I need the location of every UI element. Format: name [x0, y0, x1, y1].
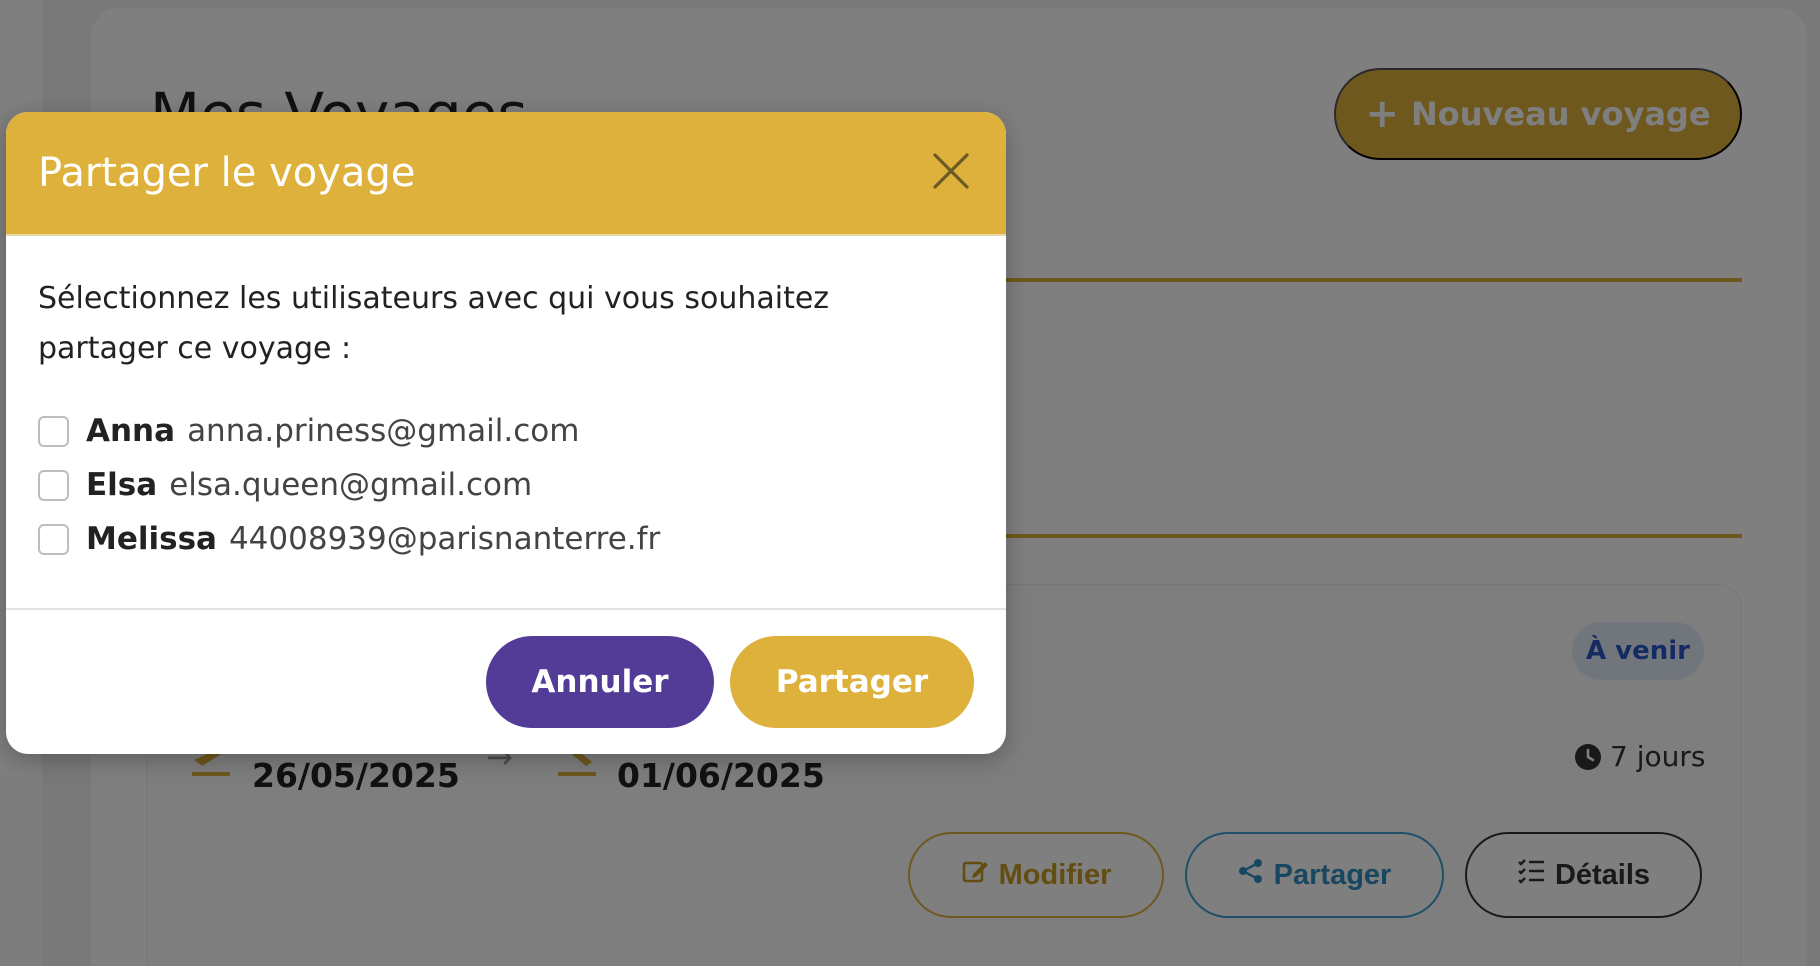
- share-button[interactable]: Partager: [730, 636, 974, 728]
- user-email: anna.priness@gmail.com: [187, 413, 580, 449]
- user-checkbox[interactable]: [38, 523, 69, 555]
- user-name: Anna: [86, 413, 176, 449]
- user-email: elsa.queen@gmail.com: [169, 467, 533, 503]
- cancel-button[interactable]: Annuler: [486, 636, 714, 728]
- user-name: Melissa: [86, 521, 217, 557]
- user-name: Elsa: [86, 467, 158, 503]
- user-checkbox[interactable]: [38, 469, 69, 501]
- dialog-header: Partager le voyage: [6, 112, 1006, 236]
- close-button[interactable]: [926, 148, 976, 198]
- dialog-body: Sélectionnez les utilisateurs avec qui v…: [6, 236, 1006, 608]
- user-option-elsa[interactable]: Elsa elsa.queen@gmail.com: [38, 458, 974, 512]
- dialog-instructions: Sélectionnez les utilisateurs avec qui v…: [38, 281, 830, 366]
- dialog-title: Partager le voyage: [38, 150, 416, 196]
- user-email: 44008939@parisnanterre.fr: [228, 521, 661, 557]
- dialog-footer: Annuler Partager: [6, 608, 1006, 754]
- user-option-anna[interactable]: Anna anna.priness@gmail.com: [38, 404, 974, 458]
- user-list: Anna anna.priness@gmail.com Elsa elsa.qu…: [38, 404, 974, 566]
- close-icon: [932, 152, 970, 194]
- user-checkbox[interactable]: [38, 415, 69, 447]
- share-trip-dialog: Partager le voyage Sélectionnez les util…: [6, 112, 1006, 754]
- user-option-melissa[interactable]: Melissa 44008939@parisnanterre.fr: [38, 512, 974, 566]
